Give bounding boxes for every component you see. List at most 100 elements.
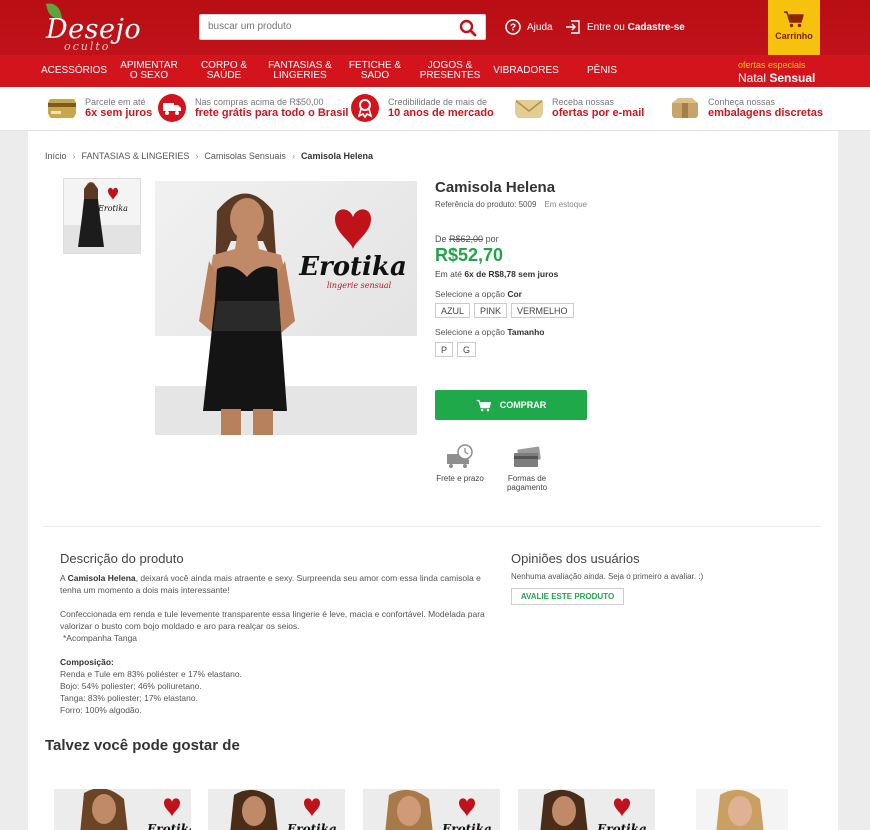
promo-small-text: ofertas especiais bbox=[738, 60, 806, 70]
size-option-g[interactable]: G bbox=[457, 342, 477, 357]
login-link[interactable]: Entre ou Cadastre-se bbox=[565, 19, 685, 35]
benefit-discreet-package[interactable]: Conheça nossas embalagens discretas bbox=[670, 93, 823, 123]
breadcrumb-home[interactable]: Início bbox=[45, 151, 67, 161]
color-options: AZUL PINK VERMELHO bbox=[435, 303, 574, 318]
color-option-label: Selecione a opção Cor bbox=[435, 289, 522, 299]
svg-text:Erotika: Erotika bbox=[97, 204, 128, 213]
installments-info: Em até 6x de R$8,78 sem juros bbox=[435, 269, 559, 279]
rate-product-button[interactable]: AVALIE ESTE PRODUTO bbox=[511, 588, 624, 605]
benefit-line2: 10 anos de mercado bbox=[388, 107, 494, 119]
section-divider bbox=[43, 526, 821, 527]
opinions-empty-text: Nenhuma avaliação ainda. Seja o primeiro… bbox=[511, 572, 704, 581]
benefit-line1: Nas compras acima de R$50,00 bbox=[195, 97, 324, 107]
benefit-line2: ofertas por e-mail bbox=[552, 107, 645, 119]
cart-icon bbox=[784, 11, 804, 28]
product-photo: Erotika lingerie sensual bbox=[155, 181, 417, 435]
buy-button[interactable]: COMPRAR bbox=[435, 390, 587, 420]
benefit-line2: frete grátis para todo o Brasil bbox=[195, 107, 349, 119]
cart-icon bbox=[476, 399, 491, 411]
nav-item-corpo-saude[interactable]: CORPO & SAÚDE bbox=[196, 55, 252, 87]
nav-item-fetiche[interactable]: FETICHE & SADO bbox=[348, 55, 402, 87]
color-option-vermelho[interactable]: VERMELHO bbox=[511, 303, 574, 318]
search-box bbox=[199, 14, 486, 40]
svg-text:Erotika: Erotika bbox=[596, 822, 647, 830]
chevron-right-icon: › bbox=[195, 151, 199, 161]
payment-label: Formas de pagamento bbox=[506, 474, 548, 492]
nav-item-penis[interactable]: PÊNIS bbox=[584, 55, 620, 87]
payment-methods-link[interactable]: Formas de pagamento bbox=[499, 444, 555, 492]
help-link[interactable]: ? Ajuda bbox=[505, 19, 553, 35]
product-reference: Referência do produto: 5009 Em estoque bbox=[435, 200, 588, 209]
benefit-line1: Receba nossas bbox=[552, 97, 615, 107]
login-label: Entre ou Cadastre-se bbox=[587, 21, 685, 33]
breadcrumb: Início › FANTASIAS & LINGERIES › Camisol… bbox=[45, 151, 373, 161]
benefit-line2: 6x sem juros bbox=[85, 107, 153, 119]
benefit-line1: Conheça nossas bbox=[708, 97, 776, 107]
benefit-line1: Credibilidade de mais de bbox=[388, 97, 488, 107]
benefit-credibility[interactable]: Credibilidade de mais de 10 anos de merca… bbox=[350, 93, 494, 123]
benefits-bar: Parcele em até 6x sem juros Nas compras a… bbox=[0, 87, 870, 131]
search-input[interactable] bbox=[208, 21, 448, 32]
breadcrumb-subcategory[interactable]: Camisolas Sensuais bbox=[204, 151, 286, 161]
truck-icon bbox=[158, 94, 186, 122]
suggestions-title: Talvez você pode gostar de bbox=[45, 737, 240, 754]
suggestion-image: Erotika bbox=[54, 789, 191, 830]
product-title: Camisola Helena bbox=[435, 179, 556, 196]
cart-button[interactable]: Carrinho bbox=[768, 0, 820, 55]
suggestion-card[interactable] bbox=[696, 789, 788, 830]
description-title: Descrição do produto bbox=[60, 551, 184, 566]
product-thumbnail[interactable]: Erotika bbox=[63, 178, 141, 254]
size-option-p[interactable]: P bbox=[435, 342, 454, 357]
envelope-icon bbox=[514, 99, 544, 118]
help-label: Ajuda bbox=[527, 21, 553, 33]
suggestion-card[interactable]: Erotika bbox=[363, 789, 500, 830]
nav-item-apimentar[interactable]: APIMENTAR O SEXO bbox=[115, 55, 183, 87]
benefit-free-shipping[interactable]: Nas compras acima de R$50,00 frete grátis… bbox=[157, 93, 348, 123]
nav-item-jogos[interactable]: JOGOS & PRESENTES bbox=[420, 55, 481, 87]
chevron-right-icon: › bbox=[72, 151, 76, 161]
brand-logo-text: Erotika bbox=[298, 252, 407, 282]
promo-natal-sensual[interactable]: ofertas especiais Natal Sensual bbox=[738, 60, 828, 85]
svg-text:?: ? bbox=[510, 23, 516, 34]
suggestion-image: Erotika bbox=[208, 789, 345, 830]
suggestion-card[interactable]: Erotika bbox=[208, 789, 345, 830]
badge-icon bbox=[351, 94, 379, 122]
description-body: A Camisola Helena, deixará você ainda ma… bbox=[60, 573, 485, 715]
color-option-azul[interactable]: AZUL bbox=[435, 303, 471, 318]
price-old: De R$62,00 por bbox=[435, 234, 499, 244]
svg-text:Erotika: Erotika bbox=[286, 822, 337, 830]
product-thumbnail-image: Erotika bbox=[64, 179, 140, 253]
price-current: R$52,70 bbox=[435, 245, 504, 265]
logo-subtext: oculto bbox=[64, 40, 111, 53]
signup-label[interactable]: Cadastre-se bbox=[628, 22, 685, 33]
promo-big-text: Natal Sensual bbox=[738, 71, 816, 85]
color-option-pink[interactable]: PINK bbox=[474, 303, 508, 318]
breadcrumb-category[interactable]: FANTASIAS & LINGERIES bbox=[82, 151, 190, 161]
package-icon bbox=[672, 98, 698, 118]
payment-cards-icon bbox=[514, 446, 541, 467]
search-icon[interactable] bbox=[459, 19, 477, 37]
site-logo[interactable]: Desejo oculto bbox=[42, 0, 141, 53]
card-icon bbox=[48, 99, 76, 118]
login-icon bbox=[566, 20, 580, 34]
suggestion-card[interactable]: Erotika bbox=[518, 789, 655, 830]
benefit-installments[interactable]: Parcele em até 6x sem juros bbox=[47, 93, 152, 123]
suggestion-card[interactable]: Erotika bbox=[54, 789, 191, 830]
suggestion-image: Erotika bbox=[518, 789, 655, 830]
stock-status: Em estoque bbox=[544, 200, 588, 209]
nav-item-acessorios[interactable]: ACESSÓRIOS bbox=[41, 55, 107, 87]
nav-item-fantasias[interactable]: FANTASIAS & LINGERIES bbox=[268, 55, 332, 87]
product-main-image[interactable]: Erotika lingerie sensual bbox=[155, 181, 417, 435]
shipping-label: Frete e prazo bbox=[436, 474, 484, 483]
suggestion-image: Erotika bbox=[363, 789, 500, 830]
question-circle-icon: ? bbox=[505, 19, 521, 35]
opinions-title: Opiniões dos usuários bbox=[511, 551, 640, 566]
truck-clock-icon bbox=[447, 444, 473, 468]
brand-logo-subtext: lingerie sensual bbox=[327, 281, 392, 290]
nav-item-vibradores[interactable]: VIBRADORES bbox=[493, 55, 559, 87]
size-option-label: Selecione a opção Tamanho bbox=[435, 327, 545, 337]
benefit-email-offers[interactable]: Receba nossas ofertas por e-mail bbox=[514, 93, 644, 123]
svg-text:Erotika: Erotika bbox=[146, 822, 191, 830]
suggestion-image bbox=[696, 789, 788, 830]
shipping-calc-link[interactable]: Frete e prazo bbox=[432, 444, 488, 483]
